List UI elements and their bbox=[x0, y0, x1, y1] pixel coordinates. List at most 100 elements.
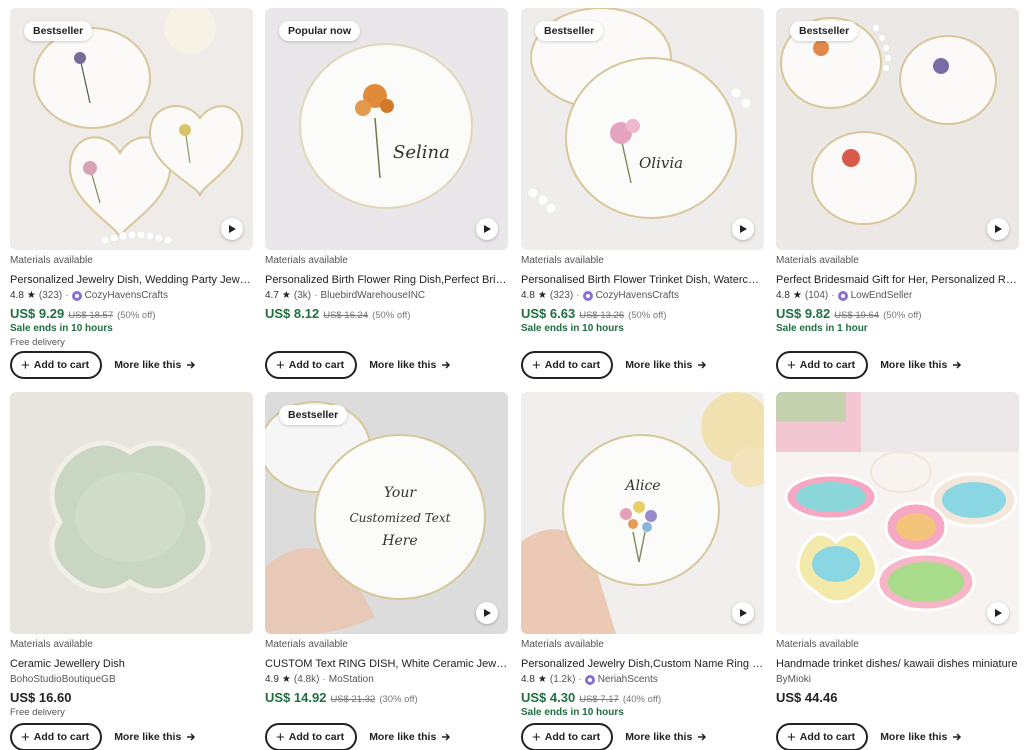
add-to-cart-button[interactable]: + Add to cart bbox=[521, 351, 614, 379]
discount-label: (40% off) bbox=[622, 694, 662, 705]
review-count: (1.2k) bbox=[549, 674, 576, 685]
materials-label: Materials available bbox=[776, 255, 859, 266]
product-title[interactable]: Perfect Bridesmaid Gift for Her, Persona… bbox=[776, 273, 1019, 287]
product-card[interactable]: Bestseller Materials available Personali… bbox=[10, 8, 253, 379]
rating-value: 4.8 bbox=[776, 290, 790, 301]
original-price: US$ 7.17 bbox=[579, 694, 619, 705]
product-title[interactable]: Handmade trinket dishes/ kawaii dishes m… bbox=[776, 657, 1019, 671]
more-like-this-link[interactable]: More like this bbox=[625, 731, 707, 743]
add-to-cart-button[interactable]: + Add to cart bbox=[776, 723, 869, 750]
rating-row: BohoStudioBoutiqueGB bbox=[10, 673, 253, 686]
card-actions: + Add to cart More like this bbox=[265, 351, 451, 379]
product-card[interactable]: Selina Popular now Materials available P… bbox=[265, 8, 508, 379]
shop-name[interactable]: NeriahScents bbox=[598, 674, 658, 685]
play-video-icon[interactable] bbox=[221, 218, 243, 240]
shop-name[interactable]: ByMioki bbox=[776, 674, 811, 685]
shop-name[interactable]: LowEndSeller bbox=[851, 290, 913, 301]
price-row: US$ 9.82 US$ 19.64 (50% off) bbox=[776, 306, 1019, 321]
product-title[interactable]: Personalised Birth Flower Trinket Dish, … bbox=[521, 273, 764, 287]
arrow-right-icon bbox=[698, 361, 707, 369]
shop-name[interactable]: MoStation bbox=[329, 674, 374, 685]
add-to-cart-button[interactable]: + Add to cart bbox=[521, 723, 614, 750]
product-card[interactable]: Your Customized Text Here Bestseller Mat… bbox=[265, 392, 508, 750]
star-icon: ★ bbox=[26, 290, 36, 301]
card-actions: + Add to cart More like this bbox=[10, 723, 196, 750]
review-count: (3k) bbox=[293, 290, 312, 301]
play-video-icon[interactable] bbox=[732, 602, 754, 624]
product-photo bbox=[776, 8, 1019, 250]
more-like-this-link[interactable]: More like this bbox=[880, 731, 962, 743]
product-title[interactable]: CUSTOM Text RING DISH, White Ceramic Jew… bbox=[265, 657, 508, 671]
product-image[interactable] bbox=[10, 392, 253, 634]
plus-icon: + bbox=[276, 728, 285, 746]
more-like-this-link[interactable]: More like this bbox=[369, 359, 451, 371]
product-card[interactable]: Alice Materials available Personalized J… bbox=[521, 392, 764, 750]
svg-text:Your: Your bbox=[384, 485, 417, 501]
star-seller-icon bbox=[71, 290, 82, 301]
add-to-cart-label: Add to cart bbox=[544, 731, 601, 743]
plus-icon: + bbox=[532, 728, 541, 746]
more-like-this-link[interactable]: More like this bbox=[114, 731, 196, 743]
rating-value: 4.7 bbox=[265, 290, 279, 301]
product-image[interactable]: Bestseller bbox=[10, 8, 253, 250]
shop-name[interactable]: BohoStudioBoutiqueGB bbox=[10, 674, 116, 685]
free-delivery-label: Free delivery bbox=[10, 337, 65, 348]
shop-name[interactable]: BluebirdWarehouseINC bbox=[320, 290, 425, 301]
product-image[interactable]: Olivia Bestseller bbox=[521, 8, 764, 250]
product-card[interactable]: Materials available Ceramic Jewellery Di… bbox=[10, 392, 253, 750]
product-title[interactable]: Personalized Jewelry Dish,Custom Name Ri… bbox=[521, 657, 764, 671]
shop-name[interactable]: CozyHavensCrafts bbox=[85, 290, 168, 301]
add-to-cart-button[interactable]: + Add to cart bbox=[10, 723, 103, 750]
original-price: US$ 18.57 bbox=[68, 310, 114, 321]
price-row: US$ 6.63 US$ 13.26 (50% off) bbox=[521, 306, 764, 321]
separator-dot: · bbox=[831, 290, 835, 301]
sale-price: US$ 4.30 bbox=[521, 690, 576, 705]
product-image[interactable]: Bestseller bbox=[776, 8, 1019, 250]
play-video-icon[interactable] bbox=[987, 218, 1009, 240]
card-actions: + Add to cart More like this bbox=[265, 723, 451, 750]
product-image[interactable] bbox=[776, 392, 1019, 634]
review-count: (323) bbox=[38, 290, 63, 301]
product-image[interactable]: Alice bbox=[521, 392, 764, 634]
more-like-this-label: More like this bbox=[114, 731, 182, 743]
discount-label: (50% off) bbox=[117, 310, 156, 321]
product-title[interactable]: Personalized Jewelry Dish, Wedding Party… bbox=[10, 273, 253, 287]
product-photo bbox=[776, 392, 1019, 634]
price-row: US$ 44.46 bbox=[776, 690, 1019, 705]
product-image[interactable]: Your Customized Text Here Bestseller bbox=[265, 392, 508, 634]
add-to-cart-label: Add to cart bbox=[544, 359, 601, 371]
more-like-this-link[interactable]: More like this bbox=[880, 359, 962, 371]
play-video-icon[interactable] bbox=[987, 602, 1009, 624]
plus-icon: + bbox=[21, 356, 30, 374]
more-like-this-link[interactable]: More like this bbox=[114, 359, 196, 371]
add-to-cart-button[interactable]: + Add to cart bbox=[776, 351, 869, 379]
product-card[interactable]: Olivia Bestseller Materials available Pe… bbox=[521, 8, 764, 379]
add-to-cart-button[interactable]: + Add to cart bbox=[265, 723, 358, 750]
original-price: US$ 13.26 bbox=[579, 310, 625, 321]
svg-text:Customized Text: Customized Text bbox=[349, 511, 450, 525]
star-icon: ★ bbox=[537, 290, 547, 301]
product-card[interactable]: Bestseller Materials available Perfect B… bbox=[776, 8, 1019, 379]
product-card[interactable]: Materials available Handmade trinket dis… bbox=[776, 392, 1019, 750]
more-like-this-link[interactable]: More like this bbox=[625, 359, 707, 371]
add-to-cart-button[interactable]: + Add to cart bbox=[10, 351, 103, 379]
more-like-this-label: More like this bbox=[369, 731, 437, 743]
more-like-this-link[interactable]: More like this bbox=[369, 731, 451, 743]
materials-label: Materials available bbox=[10, 255, 93, 266]
play-video-icon[interactable] bbox=[732, 218, 754, 240]
product-title[interactable]: Ceramic Jewellery Dish bbox=[10, 657, 253, 671]
star-seller-icon bbox=[584, 674, 595, 685]
play-video-icon[interactable] bbox=[476, 218, 498, 240]
play-video-icon[interactable] bbox=[476, 602, 498, 624]
card-actions: + Add to cart More like this bbox=[776, 723, 962, 750]
product-title[interactable]: Personalized Birth Flower Ring Dish,Perf… bbox=[265, 273, 508, 287]
add-to-cart-button[interactable]: + Add to cart bbox=[265, 351, 358, 379]
price-row: US$ 8.12 US$ 16.24 (50% off) bbox=[265, 306, 508, 321]
rating-row: 4.8 ★ (104) · LowEndSeller bbox=[776, 289, 1019, 302]
shop-name[interactable]: CozyHavensCrafts bbox=[596, 290, 679, 301]
product-image[interactable]: Selina Popular now bbox=[265, 8, 508, 250]
discount-label: (50% off) bbox=[628, 310, 667, 321]
materials-label: Materials available bbox=[521, 255, 604, 266]
add-to-cart-label: Add to cart bbox=[799, 359, 856, 371]
sale-countdown: Sale ends in 1 hour bbox=[776, 323, 868, 334]
